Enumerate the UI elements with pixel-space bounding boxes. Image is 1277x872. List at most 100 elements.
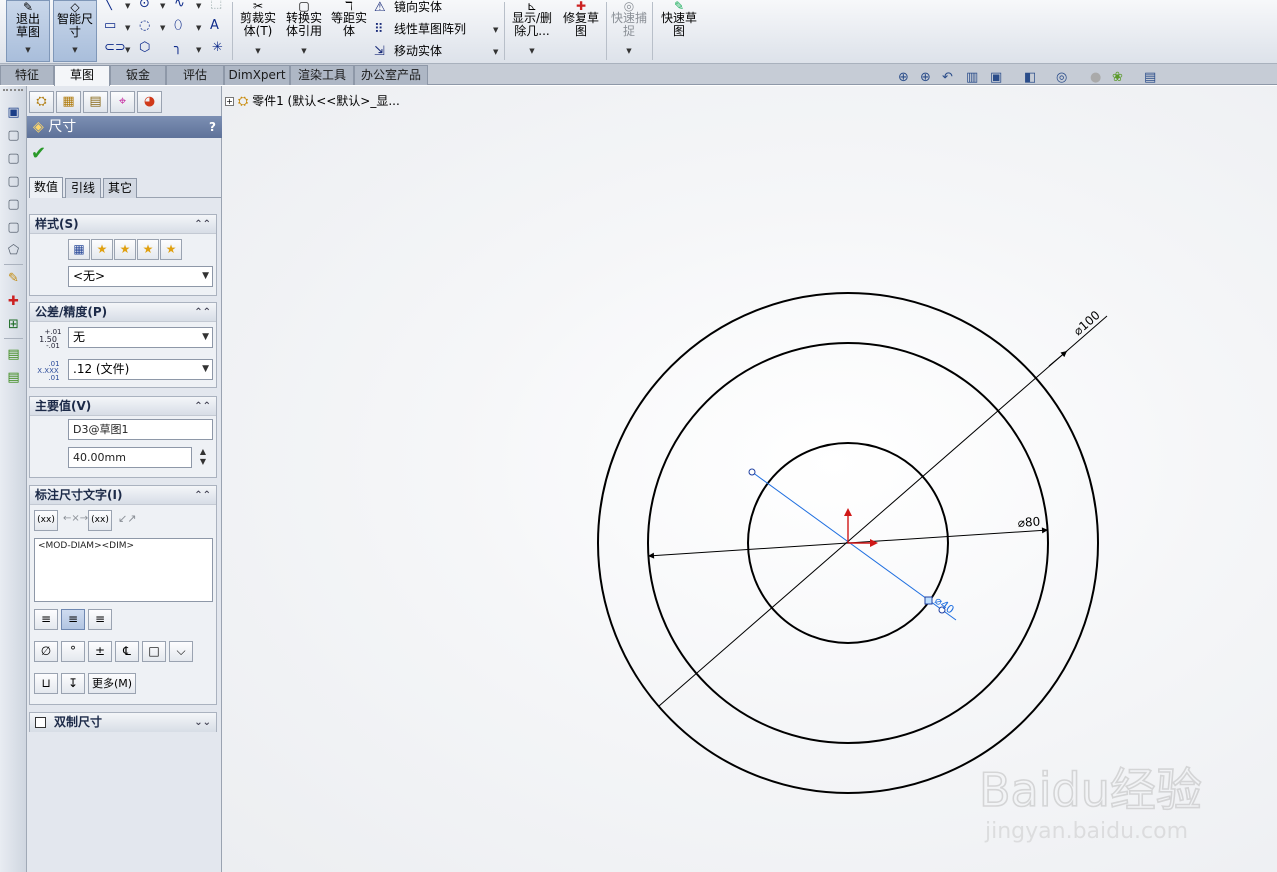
tolerance-group-header[interactable]: 公差/精度(P) ⌃⌃ <box>30 303 216 322</box>
dimxpert-manager-tab-icon[interactable]: ⌖ <box>110 91 135 113</box>
chevron-down-icon[interactable]: ▼ <box>125 2 130 10</box>
repair-sketch-icon[interactable]: ✚ <box>5 293 22 310</box>
dimension-text-group-header[interactable]: 标注尺寸文字(I) ⌃⌃ <box>30 486 216 505</box>
line-icon[interactable]: ╲ <box>104 0 112 11</box>
lofted-boss-icon[interactable]: ▢ <box>5 173 22 190</box>
center-dim-icon[interactable]: ←×→ <box>63 513 88 524</box>
style-select[interactable]: <无> ▼ <box>68 266 213 287</box>
tab-dimxpert[interactable]: DimXpert <box>224 65 290 85</box>
plus-minus-symbol-button[interactable]: ± <box>88 641 112 662</box>
parentheses-button[interactable]: (xx) <box>34 510 58 531</box>
display-delete-relations-button[interactable]: ⊾ 显示/删除几... ▼ <box>509 0 555 62</box>
dimension-text-area[interactable]: <MOD-DIAM><DIM> <box>34 538 213 602</box>
layer-icon[interactable]: ▤ <box>5 346 22 363</box>
display-manager-tab-icon[interactable]: ◕ <box>137 91 162 113</box>
fillet-feature-icon[interactable]: ⬠ <box>5 242 22 259</box>
ellipse-icon[interactable]: ⬯ <box>174 18 182 33</box>
feature-manager-tab-icon[interactable]: ⛭ <box>29 91 54 113</box>
convert-entities-button[interactable]: ▢ 转换实体引用 ▼ <box>282 0 326 62</box>
display-style-icon[interactable]: ◧ <box>1024 70 1036 85</box>
rectangle-icon[interactable]: ▭ <box>104 18 116 33</box>
apply-default-style-icon[interactable]: ▦ <box>68 239 90 260</box>
revolved-cut-icon[interactable]: ▢ <box>5 219 22 236</box>
tab-sketch[interactable]: 草图 <box>54 65 110 86</box>
diameter-symbol-button[interactable]: ∅ <box>34 641 58 662</box>
dimension-name-field[interactable]: D3@草图1 <box>68 419 213 440</box>
chevron-down-icon[interactable]: ▼ <box>125 24 130 32</box>
linear-pattern-button[interactable]: ⠿ 线性草图阵列 <box>374 20 466 37</box>
move-entities-button[interactable]: ⇲ 移动实体 <box>374 42 442 59</box>
help-button[interactable]: ? <box>209 116 216 138</box>
style-group-header[interactable]: 样式(S) ⌃⌃ <box>30 215 216 234</box>
property-manager-tab-icon[interactable]: ▦ <box>56 91 81 113</box>
swept-boss-icon[interactable]: ▢ <box>5 150 22 167</box>
point-icon[interactable]: ✳ <box>212 40 223 55</box>
inspection-dim-button[interactable]: (xx) <box>88 510 112 531</box>
square-symbol-button[interactable]: □ <box>142 641 166 662</box>
mirror-entities-button[interactable]: ⚠ 镜向实体 <box>374 0 442 15</box>
subtab-leaders[interactable]: 引线 <box>65 178 101 198</box>
align-left-button[interactable]: ≡ <box>34 609 58 630</box>
tab-evaluate[interactable]: 评估 <box>166 65 224 85</box>
primary-value-group-header[interactable]: 主要值(V) ⌃⌃ <box>30 397 216 416</box>
counterbore-symbol-button[interactable]: ⊔ <box>34 673 58 694</box>
depth-symbol-button[interactable]: ↧ <box>61 673 85 694</box>
view-orientation-icon[interactable]: ▣ <box>990 70 1002 85</box>
construction-icon[interactable]: ⬚ <box>210 0 222 11</box>
tab-sheet-metal[interactable]: 钣金 <box>110 65 166 85</box>
spline-icon[interactable]: ∿ <box>174 0 185 11</box>
edit-appearance-icon[interactable]: ● <box>1090 70 1101 85</box>
dimension-value-field[interactable]: 40.00mm <box>68 447 192 468</box>
more-symbols-dropdown[interactable]: ⌵ <box>169 641 193 662</box>
dim-text-middle[interactable]: ⌀80 <box>1017 514 1040 530</box>
hide-show-items-icon[interactable]: ◎ <box>1056 70 1067 85</box>
extruded-cut-icon[interactable]: ▢ <box>5 196 22 213</box>
offset-text-icon[interactable]: ↙↗ <box>118 512 136 525</box>
chevron-down-icon[interactable]: ▼ <box>196 2 201 10</box>
view-settings-icon[interactable]: ▤ <box>1144 70 1156 85</box>
relations-icon[interactable]: ⊞ <box>5 316 22 333</box>
trim-entities-button[interactable]: ✂ 剪裁实体(T) ▼ <box>236 0 280 62</box>
circle-icon[interactable]: ⊙ <box>139 0 150 11</box>
value-spinner[interactable]: ▲ ▼ <box>196 447 210 468</box>
save-style-icon[interactable]: ★ <box>137 239 159 260</box>
sketch-canvas[interactable]: ⌀100 ⌀80 ⌀40 Baidu经验 jingyan.baidu.com <box>222 86 1277 872</box>
dim-text-inner[interactable]: ⌀40 <box>932 594 956 617</box>
chevron-down-icon[interactable]: ▼ <box>493 48 498 56</box>
dim-line-outer[interactable] <box>658 315 1108 707</box>
add-style-icon[interactable]: ★ <box>91 239 113 260</box>
chevron-down-icon[interactable]: ▼ <box>196 46 201 54</box>
tab-office-products[interactable]: 办公室产品 <box>354 65 428 85</box>
chevron-down-icon[interactable]: ▼ <box>196 24 201 32</box>
load-style-icon[interactable]: ★ <box>160 239 182 260</box>
delete-style-icon[interactable]: ★ <box>114 239 136 260</box>
tab-render-tools[interactable]: 渲染工具 <box>290 65 354 85</box>
chevron-down-icon[interactable]: ▼ <box>160 24 165 32</box>
chevron-down-icon[interactable]: ▼ <box>493 26 498 34</box>
dim-handle-start[interactable] <box>748 468 756 476</box>
smart-dimension-button[interactable]: ◇ 智能尺寸 ▼ <box>53 0 97 62</box>
zoom-to-area-icon[interactable]: ⊕ <box>920 70 931 85</box>
dim-grip-square[interactable] <box>924 596 933 605</box>
chevron-down-icon[interactable]: ▼ <box>125 46 130 54</box>
tolerance-type-select[interactable]: 无 ▼ <box>68 327 213 348</box>
zoom-to-fit-icon[interactable]: ⊕ <box>898 70 909 85</box>
sketch-icon[interactable]: ✎ <box>5 270 22 287</box>
align-right-button[interactable]: ≡ <box>88 609 112 630</box>
precision-select[interactable]: .12 (文件) ▼ <box>68 359 213 380</box>
repair-sketch-button[interactable]: ✚ 修复草图 <box>559 0 603 62</box>
slot-icon[interactable]: ⊂⊃ <box>104 40 126 55</box>
rapid-sketch-button[interactable]: ✎ 快速草图 <box>656 0 702 62</box>
arc-icon[interactable]: ◌ <box>139 18 150 33</box>
chevron-down-icon[interactable]: ▼ <box>160 2 165 10</box>
section-view-icon[interactable]: ▥ <box>966 70 978 85</box>
grip-handle[interactable] <box>3 89 23 91</box>
dual-dimension-checkbox[interactable] <box>35 717 46 728</box>
tab-features[interactable]: 特征 <box>0 65 54 85</box>
align-center-button[interactable]: ≡ <box>61 609 85 630</box>
graphics-area[interactable]: + ⛭ 零件1 (默认<<默认>_显... ⊕ ⊕ ↶ ▥ ▣ ◧ ◎ ● ❀ … <box>222 70 1277 872</box>
extruded-boss-icon[interactable]: ▣ <box>5 104 22 121</box>
quick-snaps-button[interactable]: ◎ 快速捕捉 ▼ <box>610 0 648 62</box>
subtab-other[interactable]: 其它 <box>103 178 137 198</box>
text-icon[interactable]: A <box>210 18 219 33</box>
